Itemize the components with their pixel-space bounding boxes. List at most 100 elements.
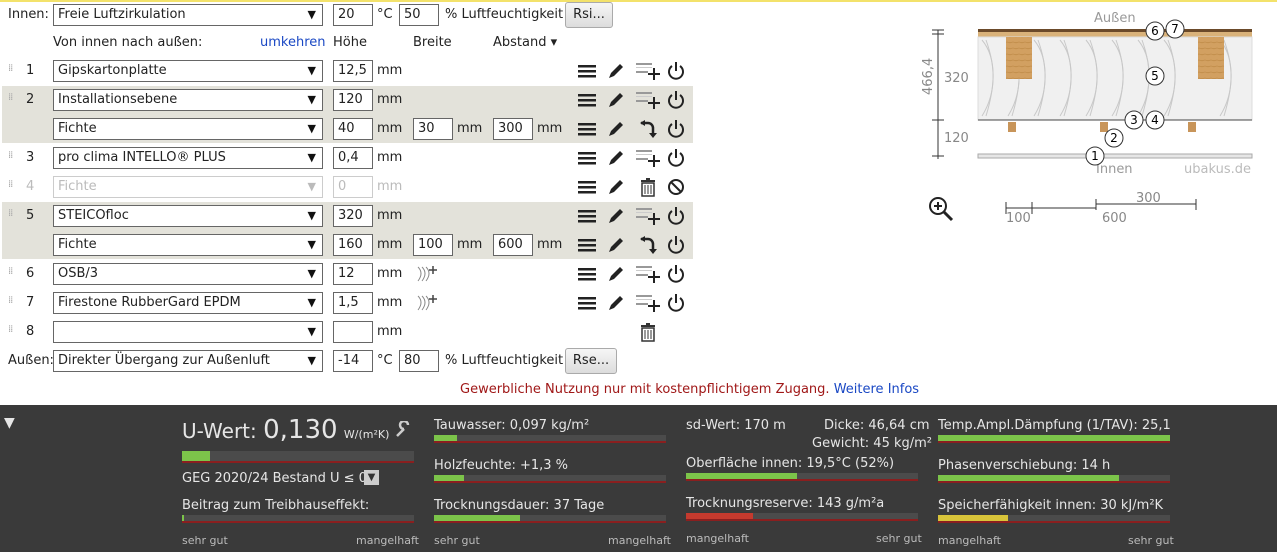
- drag-handle-icon[interactable]: ⁞⁞: [8, 267, 16, 281]
- sub-height-input[interactable]: 40: [333, 118, 373, 140]
- edit-icon[interactable]: [605, 118, 627, 140]
- edit-icon[interactable]: [605, 234, 627, 256]
- layer-7-material-select[interactable]: Firestone RubberGard EPDM ▼: [53, 292, 323, 314]
- toggle-power-icon[interactable]: [665, 234, 687, 256]
- menu-icon[interactable]: [576, 205, 598, 227]
- rse-button[interactable]: Rse...: [565, 348, 617, 374]
- layer-1-height-input[interactable]: 12,5: [333, 60, 373, 82]
- add-sublayer-icon[interactable]: [636, 89, 660, 111]
- drag-handle-icon[interactable]: ⁞⁞: [8, 64, 16, 78]
- toggle-power-icon[interactable]: [665, 292, 687, 314]
- toggle-power-icon[interactable]: [665, 89, 687, 111]
- layer-5-material-select[interactable]: STEICOfloc ▼: [53, 205, 323, 227]
- edit-icon[interactable]: [605, 89, 627, 111]
- add-sublayer-icon[interactable]: [636, 60, 660, 82]
- add-sublayer-icon[interactable]: [636, 147, 660, 169]
- menu-icon[interactable]: [576, 118, 598, 140]
- drying-time-bar: [434, 515, 666, 523]
- layer-4-height-input[interactable]: 0: [333, 176, 373, 198]
- sub-spacing-input[interactable]: 600: [493, 234, 533, 256]
- outside-temp-input[interactable]: -14: [333, 350, 373, 372]
- layer-5-sub-material-select[interactable]: Fichte ▼: [53, 234, 323, 256]
- batten: [1100, 122, 1108, 132]
- edit-icon[interactable]: [605, 263, 627, 285]
- menu-icon[interactable]: [576, 147, 598, 169]
- swap-direction-icon[interactable]: [636, 118, 658, 140]
- zoom-icon[interactable]: [928, 196, 954, 222]
- toggle-power-icon[interactable]: [665, 147, 687, 169]
- delete-icon[interactable]: [637, 321, 659, 343]
- rsi-button[interactable]: Rsi...: [565, 2, 613, 28]
- toggle-power-icon[interactable]: [665, 263, 687, 285]
- inside-condition-select[interactable]: Freie Luftzirkulation ▼: [53, 4, 323, 26]
- inside-temp-input[interactable]: 20: [333, 4, 373, 26]
- collapse-triangle-icon[interactable]: ▼: [4, 415, 15, 431]
- spacing-header[interactable]: Abstand ▾: [493, 32, 557, 54]
- menu-icon[interactable]: [576, 60, 598, 82]
- outside-humidity-input[interactable]: 80: [399, 350, 439, 372]
- toggle-power-icon-svg: [668, 120, 684, 138]
- toggle-power-icon[interactable]: [665, 205, 687, 227]
- delete-icon[interactable]: [637, 176, 659, 198]
- layer-5-height-input[interactable]: 320: [333, 205, 373, 227]
- more-info-link[interactable]: Weitere Infos: [834, 382, 919, 397]
- drag-handle-icon[interactable]: ⁞⁞: [8, 93, 16, 107]
- drag-handle-icon[interactable]: ⁞⁞: [8, 151, 16, 165]
- edit-icon[interactable]: [605, 147, 627, 169]
- sub-height-input[interactable]: 160: [333, 234, 373, 256]
- inside-humidity-input[interactable]: 50: [399, 4, 439, 26]
- delete-icon-svg: [641, 323, 655, 342]
- layer-6-material-select[interactable]: OSB/3 ▼: [53, 263, 323, 285]
- sub-spacing-input[interactable]: 300: [493, 118, 533, 140]
- add-sublayer-icon[interactable]: [636, 205, 660, 227]
- edit-icon[interactable]: [605, 205, 627, 227]
- layer-4-material-select[interactable]: Fichte ▼: [53, 176, 323, 198]
- edit-icon-svg: [609, 296, 623, 310]
- layer-2-height-input[interactable]: 120: [333, 89, 373, 111]
- geg-label: GEG 2020/24 Bestand U ≤ 0,2: [182, 471, 380, 486]
- geg-dropdown-icon[interactable]: ▼: [364, 470, 379, 485]
- layer-8-height-input[interactable]: [333, 321, 373, 343]
- menu-icon[interactable]: [576, 176, 598, 198]
- edit-icon[interactable]: [605, 60, 627, 82]
- layer-6-height-input[interactable]: 12: [333, 263, 373, 285]
- toggle-power-icon[interactable]: [665, 118, 687, 140]
- add-sublayer-icon[interactable]: [636, 263, 660, 285]
- marker-3: 3: [1130, 113, 1138, 127]
- wrench-icon[interactable]: [394, 421, 412, 439]
- swap-direction-icon[interactable]: [636, 234, 658, 256]
- layer-8-material-select[interactable]: ▼: [53, 321, 323, 343]
- layer-2-material-select[interactable]: Installationsebene ▼: [53, 89, 323, 111]
- osb-layer: [978, 32, 1252, 37]
- dim-100-label: 100: [1006, 211, 1031, 226]
- sub-width-input[interactable]: 100: [413, 234, 453, 256]
- layer-3-material-select[interactable]: pro clima INTELLO® PLUS ▼: [53, 147, 323, 169]
- add-sublayer-icon[interactable]: [636, 292, 660, 314]
- outside-condition-select[interactable]: Direkter Übergang zur Außenluft ▼: [53, 350, 323, 372]
- menu-icon[interactable]: [576, 263, 598, 285]
- toggle-power-icon-svg: [668, 91, 684, 109]
- disable-icon[interactable]: [665, 176, 687, 198]
- menu-icon[interactable]: [576, 234, 598, 256]
- menu-icon[interactable]: [576, 292, 598, 314]
- toggle-power-icon[interactable]: [665, 60, 687, 82]
- unit-mm: mm: [377, 266, 403, 281]
- drag-handle-icon[interactable]: ⁞⁞: [8, 296, 16, 310]
- drag-handle-icon[interactable]: ⁞⁞: [8, 209, 16, 223]
- storage-bar: [938, 515, 1170, 523]
- layer-3-height-input[interactable]: 0,4: [333, 147, 373, 169]
- u-value: 0,130: [263, 415, 338, 445]
- material-texture-icon[interactable]: [416, 292, 438, 314]
- storage-label: Speicherfähigkeit innen: 30 kJ/m²K: [938, 498, 1164, 513]
- sub-width-input[interactable]: 30: [413, 118, 453, 140]
- material-texture-icon[interactable]: [416, 263, 438, 285]
- layer-2-sub-material-select[interactable]: Fichte ▼: [53, 118, 323, 140]
- edit-icon[interactable]: [605, 292, 627, 314]
- edit-icon[interactable]: [605, 176, 627, 198]
- drag-handle-icon[interactable]: ⁞⁞: [8, 325, 16, 339]
- reverse-link[interactable]: umkehren: [260, 32, 326, 54]
- menu-icon[interactable]: [576, 89, 598, 111]
- layer-7-height-input[interactable]: 1,5: [333, 292, 373, 314]
- layer-1-material-select[interactable]: Gipskartonplatte ▼: [53, 60, 323, 82]
- drag-handle-icon[interactable]: ⁞⁞: [8, 180, 16, 194]
